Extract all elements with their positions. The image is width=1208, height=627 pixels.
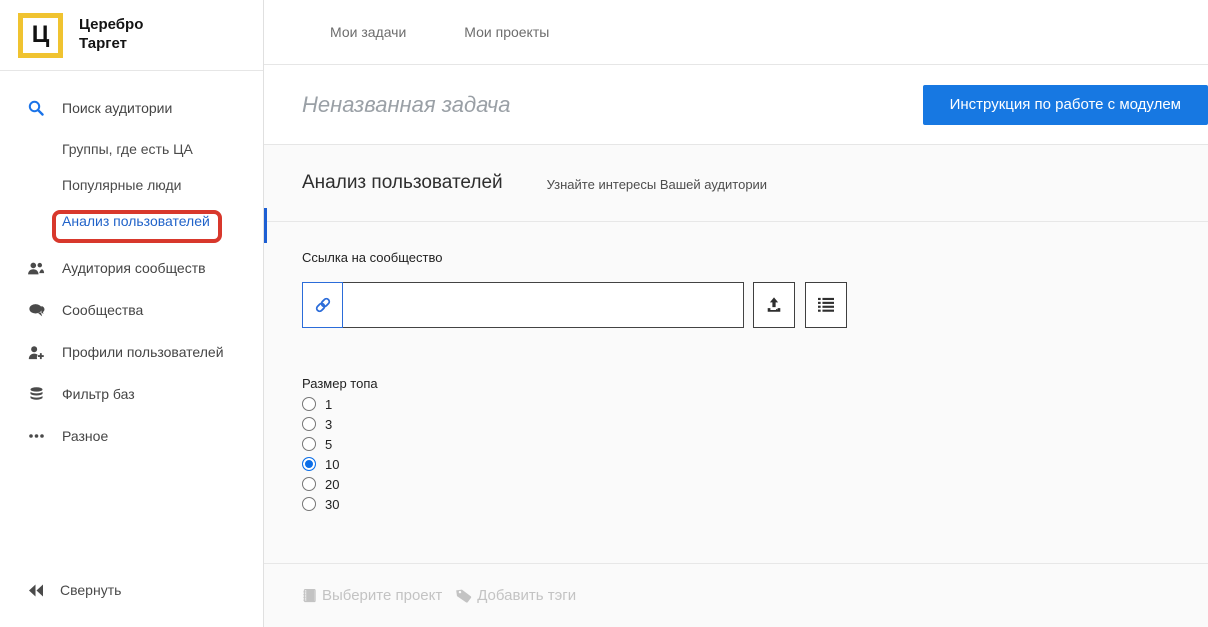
- main-area: Мои задачи Мои проекты Инструкция по раб…: [264, 0, 1208, 627]
- sidebar-item-communities[interactable]: Сообщества: [0, 289, 263, 331]
- sidebar-item-base-filter[interactable]: Фильтр баз: [0, 373, 263, 415]
- tag-icon: [456, 589, 472, 603]
- top-size-option[interactable]: 30: [302, 497, 1208, 512]
- tab-my-projects[interactable]: Мои проекты: [464, 24, 549, 40]
- add-tags-label: Добавить тэги: [477, 587, 577, 604]
- sidebar-subitem-groups-with-ta[interactable]: Группы, где есть ЦА: [0, 131, 263, 167]
- radio-icon[interactable]: [302, 477, 316, 491]
- sidebar: Ц Церебро Таргет Поиск аудитории Группы,…: [0, 0, 264, 627]
- user-add-icon: [26, 345, 46, 360]
- section-subtitle: Узнайте интересы Вашей аудитории: [546, 177, 768, 192]
- radio-icon[interactable]: [302, 457, 316, 471]
- sidebar-subitem-popular-people[interactable]: Популярные люди: [0, 167, 263, 203]
- sidebar-item-audience-search[interactable]: Поиск аудитории: [0, 87, 263, 129]
- link-icon: [302, 282, 343, 328]
- brand-logo-icon: Ц: [18, 12, 63, 58]
- brand-logo-letter: Ц: [31, 21, 50, 48]
- brand-name-line1: Церебро: [79, 16, 144, 34]
- collapse-label: Свернуть: [60, 582, 122, 598]
- top-size-option[interactable]: 5: [302, 437, 1208, 452]
- upload-icon: [765, 296, 783, 314]
- brand[interactable]: Ц Церебро Таргет: [0, 0, 263, 71]
- sidebar-menu: Поиск аудитории Группы, где есть ЦА Попу…: [0, 71, 263, 457]
- community-link-input[interactable]: [343, 282, 744, 328]
- sidebar-submenu: Группы, где есть ЦА Популярные люди Анал…: [0, 129, 263, 247]
- community-link-label: Ссылка на сообщество: [302, 250, 443, 265]
- top-size-group: Размер топа 1 3 5 10 20 30: [302, 376, 1208, 512]
- users-group-icon: [26, 261, 46, 276]
- sidebar-item-label: Профили пользователей: [62, 344, 224, 360]
- database-icon: [26, 386, 46, 402]
- section-title: Анализ пользователей: [302, 172, 503, 193]
- content-panel: Анализ пользователей Узнайте интересы Ва…: [264, 145, 1208, 627]
- top-size-option[interactable]: 1: [302, 397, 1208, 412]
- sidebar-item-label: Поиск аудитории: [62, 100, 173, 116]
- instruction-button[interactable]: Инструкция по работе с модулем: [922, 84, 1208, 125]
- chat-icon: [26, 303, 46, 318]
- task-name-input[interactable]: [302, 91, 802, 118]
- sidebar-item-user-profiles[interactable]: Профили пользователей: [0, 331, 263, 373]
- search-icon: [26, 100, 46, 116]
- brand-name-line2: Таргет: [79, 35, 128, 52]
- radio-icon[interactable]: [302, 497, 316, 511]
- top-size-label: Размер топа: [302, 376, 378, 391]
- top-size-option[interactable]: 3: [302, 417, 1208, 432]
- add-tags-button[interactable]: Добавить тэги: [456, 587, 576, 604]
- collapse-icon: [26, 584, 46, 597]
- book-icon: [303, 588, 316, 602]
- select-project-button[interactable]: Выберите проект: [302, 587, 442, 604]
- sidebar-item-community-audience[interactable]: Аудитория сообществ: [0, 247, 263, 289]
- upload-button[interactable]: [753, 282, 795, 328]
- active-section-indicator: [264, 208, 267, 243]
- top-size-option[interactable]: 10: [302, 457, 1208, 472]
- collapse-button[interactable]: Свернуть: [0, 577, 263, 627]
- section-header: Анализ пользователей Узнайте интересы Ва…: [264, 145, 1208, 222]
- analysis-form: Ссылка на сообщество Размер топа 1 3 5 1…: [264, 222, 1208, 563]
- list-icon: [817, 297, 835, 313]
- app-root: Ц Церебро Таргет Поиск аудитории Группы,…: [0, 0, 1208, 627]
- task-header: Инструкция по работе с модулем: [264, 65, 1208, 145]
- radio-icon[interactable]: [302, 397, 316, 411]
- list-button[interactable]: [805, 282, 847, 328]
- top-navigation: Мои задачи Мои проекты: [264, 0, 1208, 65]
- select-project-label: Выберите проект: [322, 587, 443, 604]
- sidebar-subitem-user-analysis[interactable]: Анализ пользователей: [0, 203, 263, 239]
- sidebar-item-label: Разное: [62, 428, 109, 444]
- top-size-option[interactable]: 20: [302, 477, 1208, 492]
- tab-my-tasks[interactable]: Мои задачи: [330, 24, 406, 40]
- community-link-input-group: [302, 282, 1208, 328]
- radio-icon[interactable]: [302, 437, 316, 451]
- task-footer: Выберите проект Добавить тэги: [264, 563, 1208, 627]
- radio-icon[interactable]: [302, 417, 316, 431]
- sidebar-item-misc[interactable]: Разное: [0, 415, 263, 457]
- sidebar-item-label: Фильтр баз: [62, 386, 135, 402]
- brand-name: Церебро Таргет: [79, 16, 143, 54]
- sidebar-item-label: Сообщества: [62, 302, 144, 318]
- sidebar-item-label: Аудитория сообществ: [62, 260, 206, 276]
- ellipsis-icon: [26, 434, 46, 438]
